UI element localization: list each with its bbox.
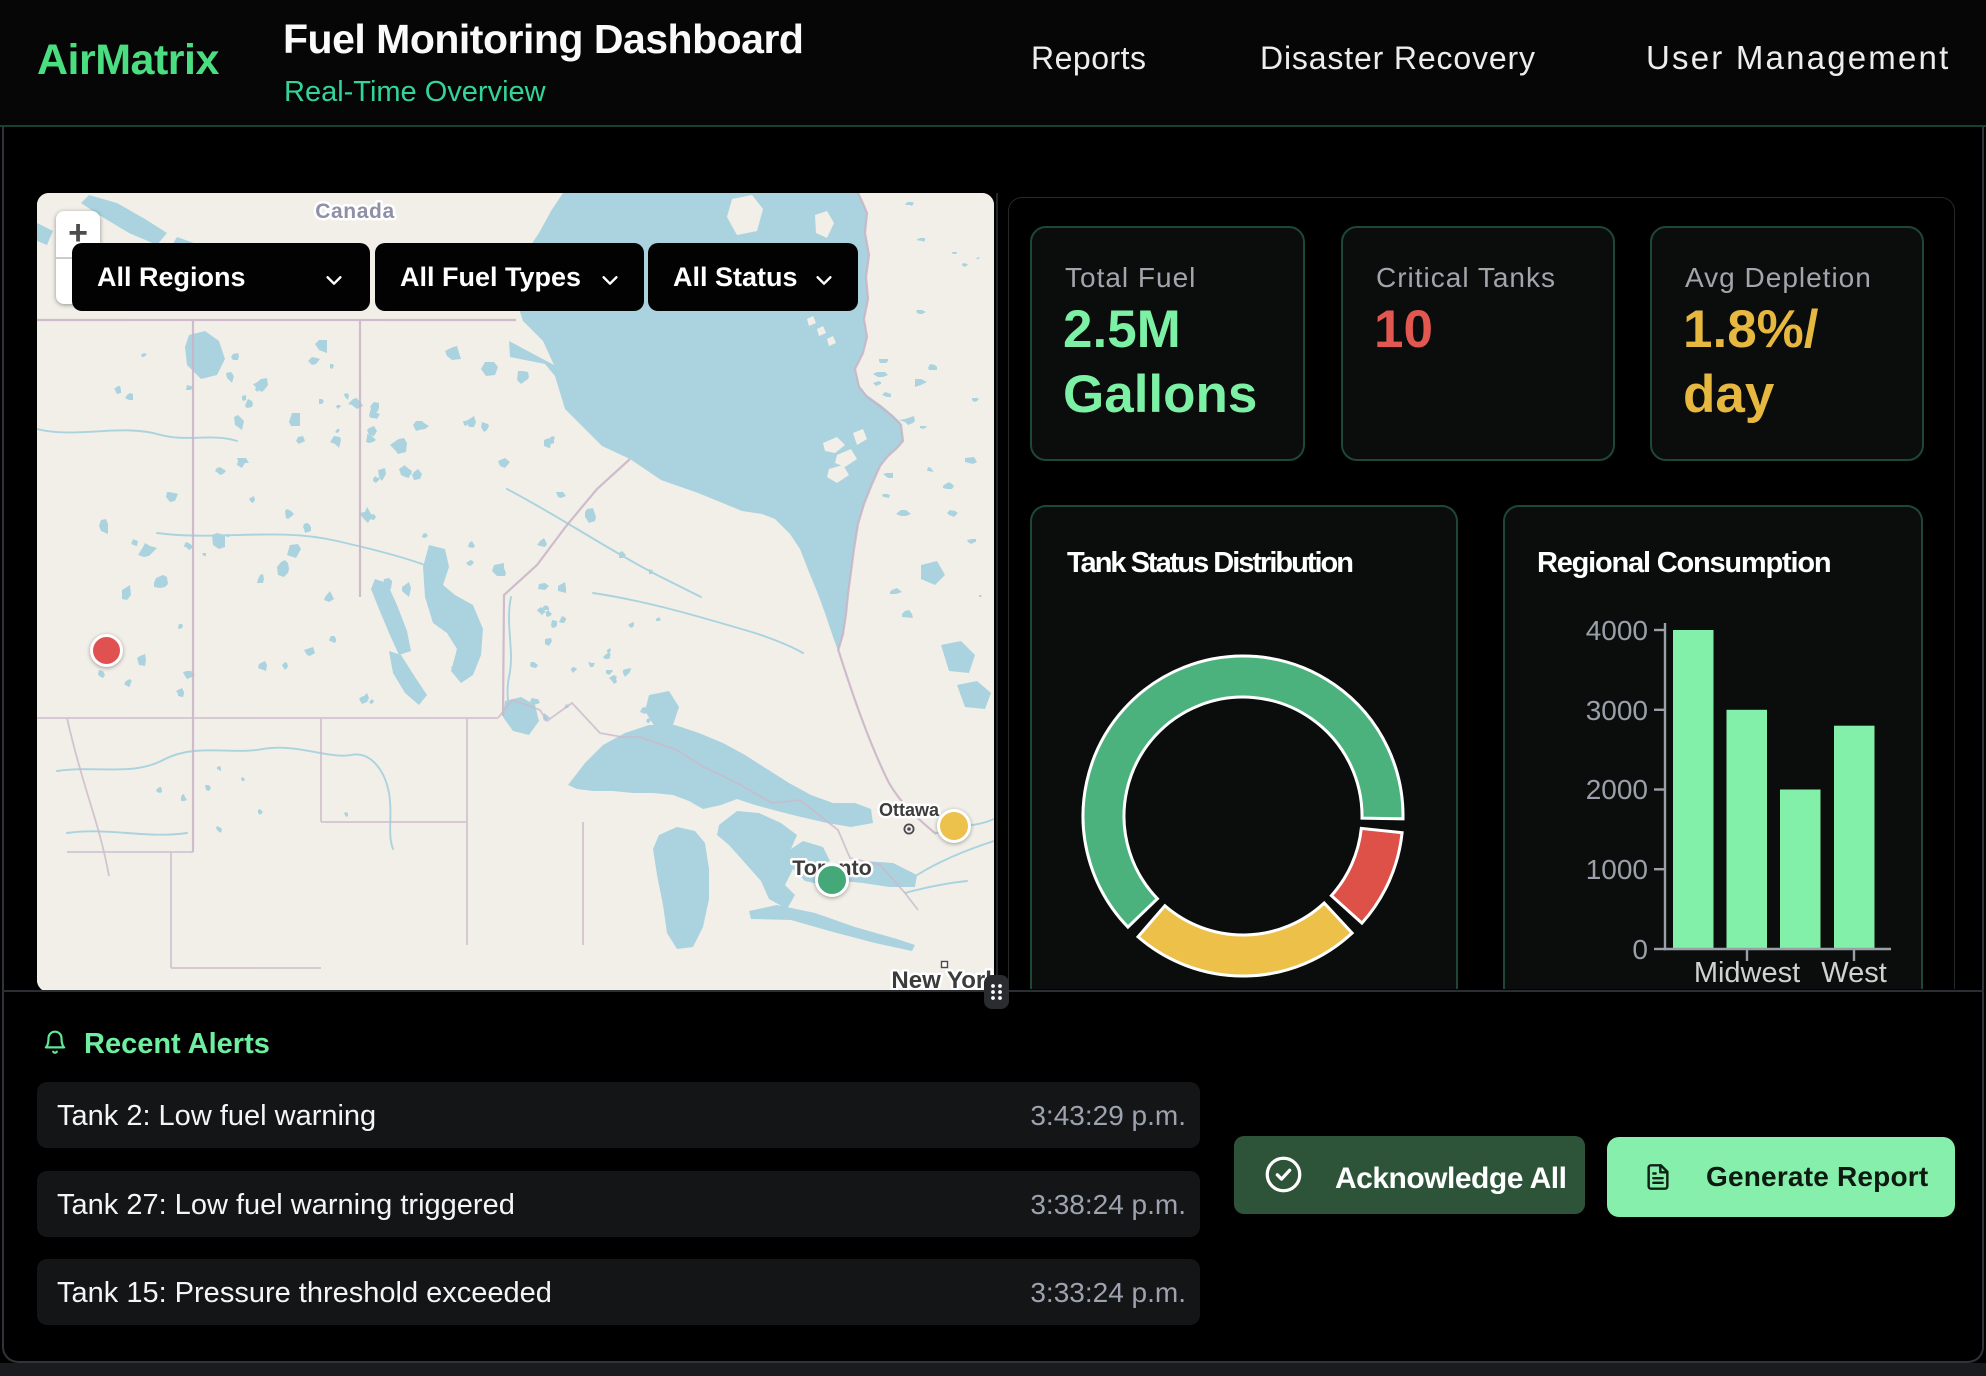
svg-text:West: West <box>1821 957 1887 989</box>
svg-text:Midwest: Midwest <box>1694 957 1800 989</box>
svg-text:1000: 1000 <box>1586 854 1648 885</box>
svg-text:4000: 4000 <box>1586 615 1648 646</box>
svg-text:0: 0 <box>1632 934 1648 965</box>
svg-text:2000: 2000 <box>1586 774 1648 805</box>
svg-text:3000: 3000 <box>1586 695 1648 726</box>
svg-text:New York: New York <box>891 967 994 992</box>
svg-text:Ottawa: Ottawa <box>879 800 940 820</box>
svg-text:Canada: Canada <box>315 200 394 223</box>
